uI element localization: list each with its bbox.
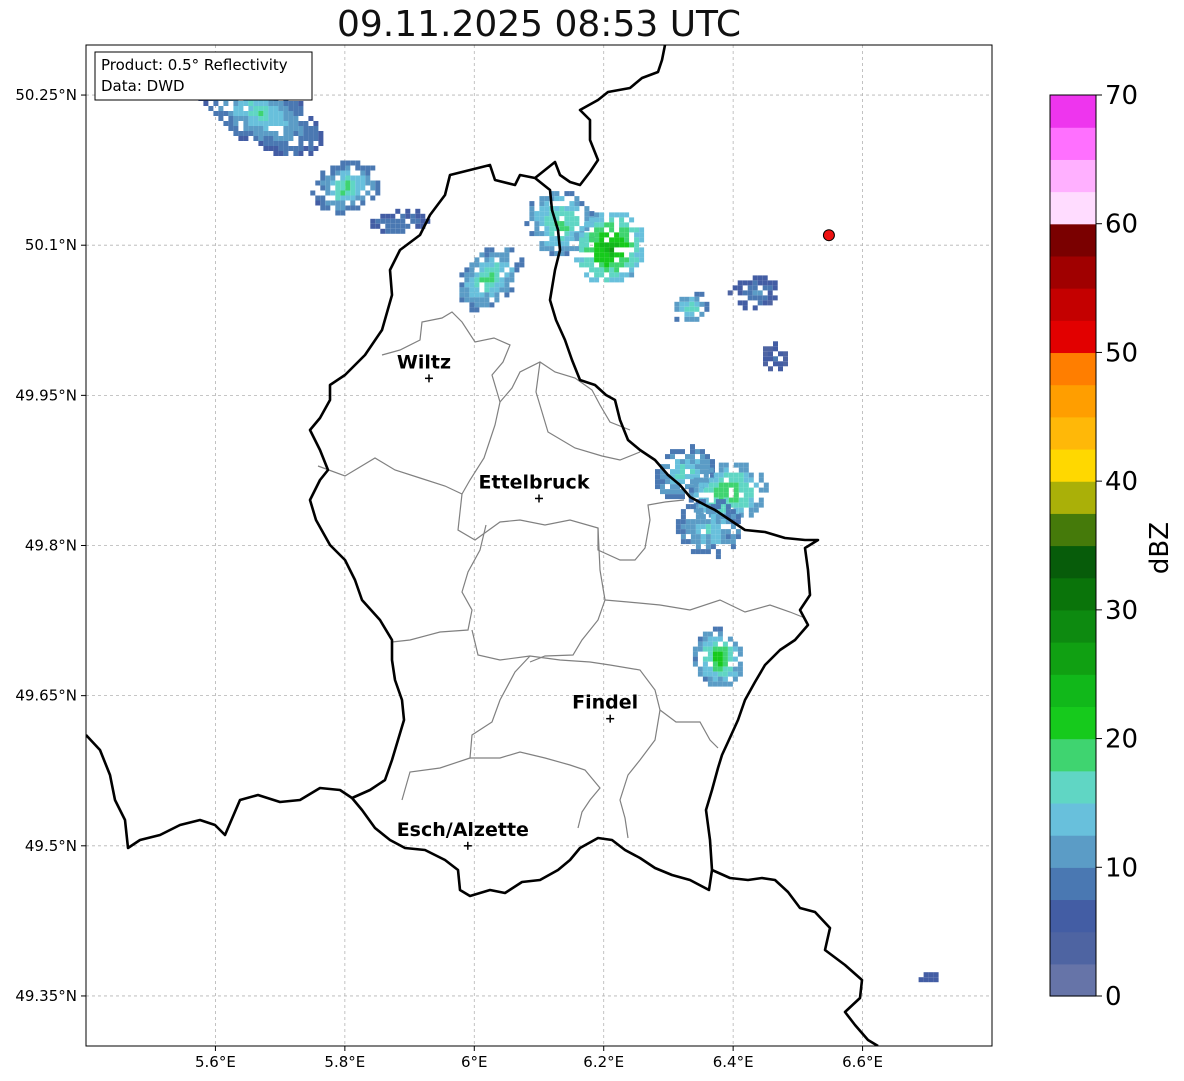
colorbar-segment	[1050, 288, 1096, 321]
colorbar-segment	[1050, 352, 1096, 386]
colorbar-segment	[1050, 384, 1096, 418]
colorbar-segment	[1050, 738, 1096, 772]
radar-site-marker[interactable]	[822, 229, 835, 242]
x-tick-label: 5.8°E	[324, 1053, 365, 1071]
colorbar-segment	[1050, 899, 1096, 933]
colorbar-segment	[1050, 223, 1096, 257]
colorbar-segment	[1050, 481, 1096, 514]
x-tick-label: 5.6°E	[195, 1053, 236, 1071]
city-label: Ettelbruck	[479, 471, 590, 493]
colorbar-tick-label: 70	[1105, 81, 1138, 111]
city-label: Wiltz	[397, 351, 451, 373]
y-tick-label: 49.35°N	[15, 987, 77, 1005]
colorbar-segment	[1050, 802, 1096, 836]
radar-map-figure: Wiltz Ettelbruck Findel Esch/Alzette Produc…	[15, 44, 1175, 1071]
x-tick-label: 6.2°E	[583, 1053, 624, 1071]
city-label: Esch/Alzette	[397, 819, 529, 841]
x-tick-label: 6.6°E	[842, 1053, 883, 1071]
colorbar-segment	[1050, 642, 1096, 675]
colorbar-segment	[1050, 95, 1096, 128]
x-axis-ticks: 5.6°E 5.8°E 6°E 6.2°E 6.4°E 6.6°E	[195, 1046, 883, 1071]
colorbar-segment	[1050, 191, 1096, 225]
colorbar-label: dBZ	[1145, 522, 1175, 574]
colorbar-segment	[1050, 513, 1096, 547]
colorbar-tick-label: 0	[1105, 982, 1122, 1012]
colorbar-segment	[1050, 706, 1096, 740]
colorbar-segment	[1050, 835, 1096, 868]
colorbar-segment	[1050, 609, 1096, 643]
colorbar-segment	[1050, 674, 1096, 707]
y-tick-label: 50.1°N	[25, 236, 77, 254]
x-tick-label: 6°E	[461, 1053, 488, 1071]
colorbar-tick-label: 10	[1105, 853, 1138, 883]
colorbar-segment	[1050, 127, 1096, 160]
colorbar-segment	[1050, 448, 1096, 482]
colorbar-segment	[1050, 159, 1096, 193]
y-tick-label: 49.5°N	[25, 837, 77, 855]
colorbar-segment	[1050, 963, 1096, 997]
y-tick-label: 49.95°N	[15, 386, 77, 404]
info-box: Product: 0.5° Reflectivity Data: DWD	[94, 51, 313, 101]
colorbar-segment	[1050, 416, 1096, 450]
colorbar-segment	[1050, 931, 1096, 965]
colorbar-tick-label: 20	[1105, 725, 1138, 755]
x-tick-label: 6.4°E	[713, 1053, 754, 1071]
y-tick-label: 50.25°N	[15, 86, 77, 104]
colorbar-tick-label: 60	[1105, 210, 1138, 240]
colorbar-segment	[1050, 577, 1096, 611]
info-box-data: Data: DWD	[101, 77, 185, 95]
colorbar: 0 10 20 30 40 50 60 70	[1049, 81, 1138, 1012]
colorbar-segment	[1050, 867, 1096, 901]
info-box-product: Product: 0.5° Reflectivity	[101, 56, 288, 74]
colorbar-tick-label: 40	[1105, 467, 1138, 497]
city-label: Findel	[572, 692, 638, 714]
colorbar-segment	[1050, 770, 1096, 804]
colorbar-segment	[1050, 545, 1096, 579]
colorbar-segment	[1050, 320, 1096, 354]
y-axis-ticks: 49.35°N 49.5°N 49.65°N 49.8°N 49.95°N 50.1°N 5…	[15, 86, 86, 1005]
colorbar-tick-label: 50	[1105, 338, 1138, 368]
colorbar-segment	[1050, 255, 1096, 289]
y-tick-label: 49.8°N	[25, 537, 77, 555]
map-area[interactable]: Wiltz Ettelbruck Findel Esch/Alzette	[86, 45, 992, 1046]
colorbar-tick-label: 30	[1105, 596, 1138, 626]
y-tick-label: 49.65°N	[15, 687, 77, 705]
